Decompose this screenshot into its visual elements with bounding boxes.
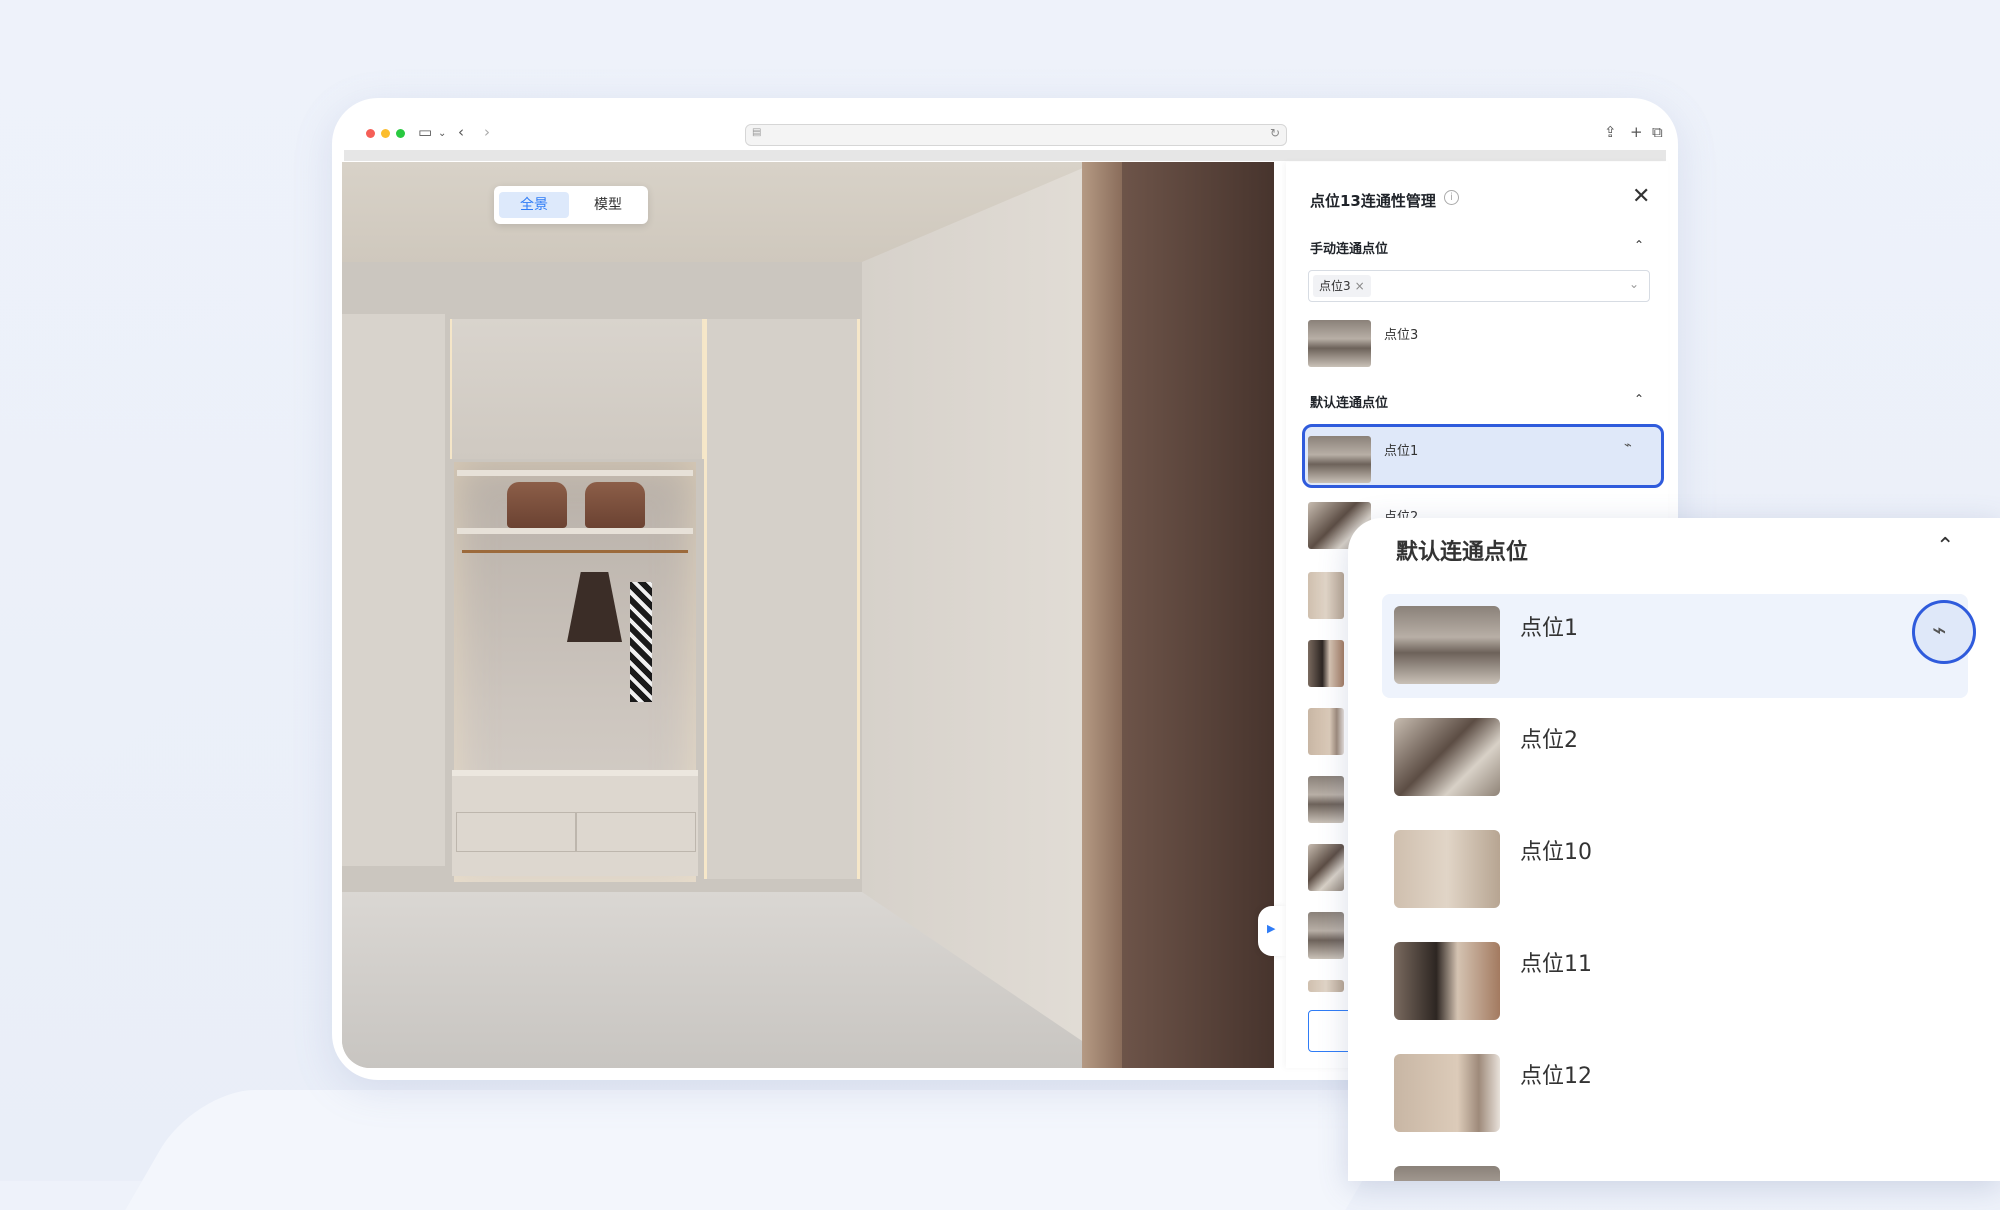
point-thumbnail <box>1394 830 1500 908</box>
point-thumbnail <box>1394 718 1500 796</box>
default-section-heading: 默认连通点位 <box>1310 396 1389 411</box>
drawer <box>576 812 696 852</box>
point-thumbnail <box>1308 640 1344 687</box>
chevron-down-icon[interactable]: ⌄ <box>438 124 446 144</box>
wardrobe-top-cabinet <box>450 319 704 459</box>
default-item-label: 点位1 <box>1384 444 1419 459</box>
point-thumbnail <box>1308 436 1371 483</box>
list-item[interactable]: 点位2 <box>1382 706 1968 810</box>
zoom-section-heading: 默认连通点位 <box>1396 540 1529 565</box>
view-mode-toggle: 全景 模型 <box>494 186 648 224</box>
zoom-item-label: 点位1 <box>1520 616 1578 641</box>
point-thumbnail <box>1308 572 1344 619</box>
drawer <box>456 812 576 852</box>
close-icon[interactable]: ✕ <box>1632 184 1650 209</box>
tab-model[interactable]: 模型 <box>573 192 643 218</box>
bench <box>452 770 698 876</box>
selected-tag: 点位3 × <box>1313 275 1371 297</box>
zoom-item-label: 点位12 <box>1520 1064 1592 1089</box>
toolbar-strip <box>344 150 1666 161</box>
chevron-up-icon[interactable]: ⌃ <box>1634 238 1644 252</box>
share-icon[interactable]: ⇪ <box>1604 122 1617 142</box>
zoom-item-label: 点位2 <box>1520 728 1578 753</box>
unlink-icon: ⌁ <box>1932 616 1947 644</box>
tab-panorama[interactable]: 全景 <box>499 192 569 218</box>
back-icon[interactable]: ‹ <box>458 122 464 142</box>
zoom-item-label: 点位10 <box>1520 840 1592 865</box>
adjacent-room <box>1122 162 1274 1068</box>
maximize-window-button[interactable] <box>396 129 405 138</box>
point-thumbnail <box>1394 606 1500 684</box>
caret-right-icon: ▶ <box>1267 922 1276 935</box>
point-thumbnail <box>1308 912 1344 959</box>
point-thumbnail <box>1394 1054 1500 1132</box>
scarf <box>630 582 652 702</box>
minimize-window-button[interactable] <box>381 129 390 138</box>
hanging-rod <box>462 550 688 553</box>
list-item[interactable] <box>1382 1154 1968 1181</box>
info-icon[interactable]: i <box>1444 190 1459 205</box>
forward-icon[interactable]: › <box>484 122 490 142</box>
sidebar-icon[interactable]: ▭ <box>418 122 432 142</box>
hat-box <box>585 482 645 528</box>
hat-box <box>507 482 567 528</box>
new-tab-icon[interactable]: + <box>1630 122 1643 142</box>
point-thumbnail <box>1394 1166 1500 1181</box>
list-item[interactable]: 点位12 <box>1382 1042 1968 1146</box>
browser-titlebar: ▭ ⌄ ‹ › ▤ ↻ ⇪ + ⧉ <box>342 108 1668 156</box>
panel-title: 点位13连通性管理 <box>1310 192 1436 210</box>
point-thumbnail <box>1308 776 1344 823</box>
chevron-down-icon: ⌄ <box>1628 277 1639 291</box>
window-controls <box>366 129 405 138</box>
close-window-button[interactable] <box>366 129 375 138</box>
list-item[interactable]: 点位11 <box>1382 930 1968 1034</box>
manual-point-select[interactable]: 点位3 × ⌄ <box>1308 270 1650 302</box>
unlink-icon[interactable]: ⌁ <box>1624 438 1632 453</box>
background-shape <box>125 1090 1415 1210</box>
selected-tag-label: 点位3 <box>1319 279 1351 293</box>
point-thumbnail <box>1308 708 1344 755</box>
remove-tag-icon[interactable]: × <box>1355 279 1365 293</box>
list-item[interactable]: 点位10 <box>1382 818 1968 922</box>
shelf <box>457 470 693 476</box>
point-thumbnail <box>1308 320 1371 367</box>
chevron-up-icon[interactable]: ⌃ <box>1634 392 1644 406</box>
address-bar[interactable]: ▤ ↻ <box>745 124 1287 146</box>
wardrobe-right <box>704 319 860 879</box>
zoom-item-label: 点位11 <box>1520 952 1592 977</box>
wardrobe-left <box>342 314 445 866</box>
manual-section-heading: 手动连通点位 <box>1310 242 1389 257</box>
point-thumbnail <box>1394 942 1500 1020</box>
chevron-up-icon[interactable]: ⌃ <box>1936 534 1954 559</box>
manual-item-label: 点位3 <box>1384 328 1419 343</box>
unlink-button[interactable]: ⌁ <box>1912 600 1976 664</box>
tabs-overview-icon[interactable]: ⧉ <box>1652 122 1663 142</box>
point-thumbnail <box>1308 980 1344 992</box>
page-icon: ▤ <box>752 127 762 138</box>
panorama-viewer[interactable]: 全景 模型 <box>342 162 1274 1068</box>
reload-icon[interactable]: ↻ <box>1270 126 1280 140</box>
shelf <box>457 528 693 534</box>
point-thumbnail <box>1308 844 1344 891</box>
list-item-selected[interactable]: 点位1 <box>1382 594 1968 698</box>
collapse-panel-button[interactable]: ▶ <box>1258 906 1286 956</box>
zoom-callout: 默认连通点位 ⌃ 点位1 点位2 点位10 点位11 点位12 <box>1348 518 2000 1181</box>
door-frame <box>1082 162 1122 1068</box>
